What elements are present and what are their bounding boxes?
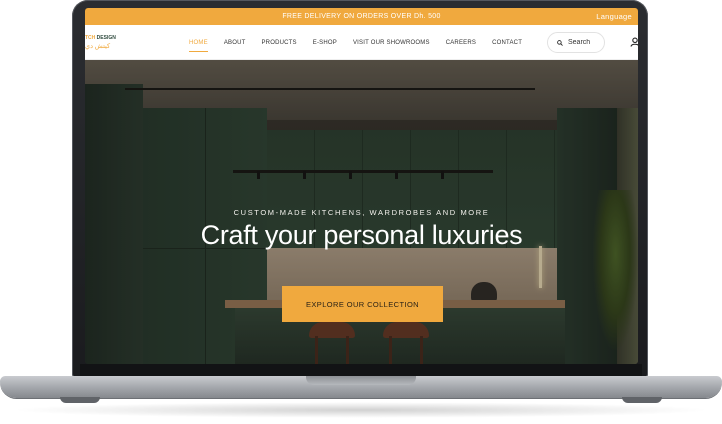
laptop-foot-left xyxy=(60,397,100,403)
laptop-notch xyxy=(306,376,416,385)
promo-text: FREE DELIVERY ON ORDERS OVER Dh. 500 xyxy=(282,13,441,20)
nav-showrooms[interactable]: VISIT OUR SHOWROOMS xyxy=(353,25,430,60)
laptop-shadow xyxy=(10,402,712,418)
promo-bar: FREE DELIVERY ON ORDERS OVER Dh. 500 Lan… xyxy=(85,8,638,25)
user-icon[interactable] xyxy=(630,37,638,47)
nav-products[interactable]: PRODUCTS xyxy=(261,25,296,60)
main-nav: HOME ABOUT PRODUCTS E-SHOP VISIT OUR SHO… xyxy=(189,25,538,60)
hero-eyebrow: CUSTOM-MADE KITCHENS, WARDROBES AND MORE xyxy=(233,208,490,217)
language-selector[interactable]: Language xyxy=(596,8,632,25)
laptop-foot-right xyxy=(622,397,662,403)
nav-home[interactable]: HOME xyxy=(189,25,208,60)
nav-careers[interactable]: CAREERS xyxy=(446,25,476,60)
search-box[interactable] xyxy=(547,32,605,53)
search-input[interactable] xyxy=(568,39,604,46)
hero-banner: CUSTOM-MADE KITCHENS, WARDROBES AND MORE… xyxy=(85,60,638,364)
hero-title: Craft your personal luxuries xyxy=(200,220,523,250)
logo-text: TCH DESIGN xyxy=(85,35,116,41)
nav-contact[interactable]: CONTACT xyxy=(492,25,522,60)
navbar: TCH DESIGN كيتش دي HOME ABOUT PRODUCTS E… xyxy=(85,25,638,60)
laptop-screen: FREE DELIVERY ON ORDERS OVER Dh. 500 Lan… xyxy=(85,8,638,364)
logo-arabic-text: كيتش دي xyxy=(85,43,111,50)
nav-eshop[interactable]: E-SHOP xyxy=(313,25,337,60)
search-icon xyxy=(557,39,563,46)
nav-about[interactable]: ABOUT xyxy=(224,25,246,60)
site-logo[interactable]: TCH DESIGN كيتش دي xyxy=(85,35,116,51)
explore-collection-button[interactable]: EXPLORE OUR COLLECTION xyxy=(282,286,443,322)
